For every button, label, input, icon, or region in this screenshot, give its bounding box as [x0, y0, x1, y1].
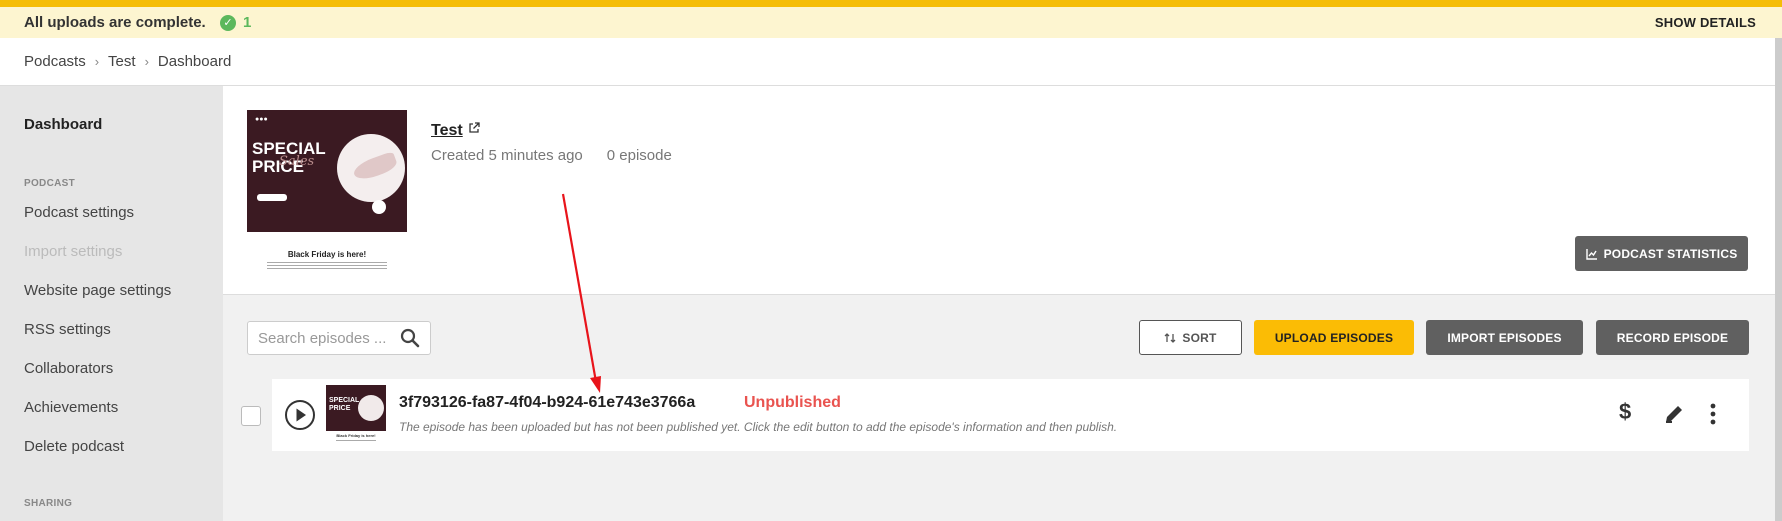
- breadcrumb-podcasts[interactable]: Podcasts: [24, 53, 86, 70]
- sort-icon: [1164, 332, 1176, 343]
- import-episodes-button[interactable]: IMPORT EPISODES: [1426, 320, 1583, 355]
- cover-button: [257, 194, 287, 201]
- dollar-icon[interactable]: $: [1619, 399, 1631, 425]
- podcast-cover-image: ●●● SPECIAL PRICE Sales: [247, 110, 407, 232]
- cover-caption: Black Friday is here!: [287, 250, 367, 259]
- podcast-header-panel: ●●● SPECIAL PRICE Sales Black Friday is …: [223, 86, 1775, 295]
- upload-count: 1: [243, 14, 252, 31]
- show-details-button[interactable]: SHOW DETAILS: [1655, 15, 1756, 30]
- podcast-created: Created 5 minutes ago: [431, 147, 583, 164]
- cover-text-lines: [267, 262, 387, 271]
- sidebar: Dashboard PODCAST Podcast settings Impor…: [0, 86, 223, 521]
- thumbnail-caption: Black Friday is here!: [336, 433, 376, 438]
- upload-episodes-button[interactable]: UPLOAD EPISODES: [1254, 320, 1414, 355]
- sidebar-section-sharing: SHARING: [24, 498, 73, 509]
- sidebar-section-podcast: PODCAST: [24, 178, 75, 189]
- upload-notice-bar: All uploads are complete. ✓ 1 SHOW DETAI…: [0, 7, 1782, 38]
- podcast-title-link[interactable]: Test: [431, 122, 463, 140]
- episode-description: The episode has been uploaded but has no…: [399, 420, 1118, 434]
- episode-status-badge: Unpublished: [744, 394, 841, 411]
- upload-notice-message: All uploads are complete.: [24, 14, 206, 31]
- sidebar-item-delete-podcast[interactable]: Delete podcast: [24, 438, 124, 455]
- chevron-right-icon: ›: [144, 54, 149, 69]
- sidebar-item-collaborators[interactable]: Collaborators: [24, 360, 113, 377]
- cover-badge: [372, 200, 386, 214]
- thumbnail-headline: SPECIAL PRICE: [329, 397, 360, 412]
- breadcrumb: Podcasts › Test › Dashboard: [0, 38, 1775, 86]
- breadcrumb-test[interactable]: Test: [108, 53, 136, 70]
- thumbnail-circle: [358, 395, 384, 421]
- episode-select-checkbox[interactable]: [241, 406, 261, 426]
- page-scrollbar[interactable]: [1775, 38, 1782, 521]
- podcast-statistics-button[interactable]: PODCAST STATISTICS: [1575, 236, 1748, 271]
- chart-icon: [1585, 248, 1597, 260]
- sidebar-item-website-page-settings[interactable]: Website page settings: [24, 282, 171, 299]
- podcast-statistics-label: PODCAST STATISTICS: [1603, 246, 1738, 261]
- sidebar-item-podcast-settings[interactable]: Podcast settings: [24, 204, 134, 221]
- search-box: [247, 321, 431, 355]
- episode-thumbnail: SPECIAL PRICE: [326, 385, 386, 431]
- cover-script-text: Sales: [279, 154, 315, 169]
- sidebar-item-import-settings: Import settings: [24, 243, 123, 260]
- sort-button[interactable]: SORT: [1139, 320, 1242, 355]
- record-episode-button[interactable]: RECORD EPISODE: [1596, 320, 1749, 355]
- top-accent-bar: [0, 0, 1782, 7]
- external-link-icon[interactable]: [468, 121, 480, 139]
- search-input[interactable]: [258, 330, 386, 347]
- sidebar-item-dashboard[interactable]: Dashboard: [24, 116, 102, 133]
- podcast-episode-count: 0 episode: [606, 147, 672, 164]
- sidebar-item-achievements[interactable]: Achievements: [24, 399, 118, 416]
- podcast-meta: Created 5 minutes ago 0 episode: [431, 147, 672, 164]
- search-icon[interactable]: [400, 328, 420, 353]
- edit-icon[interactable]: [1662, 402, 1686, 431]
- thumbnail-text-line: [336, 440, 376, 441]
- check-circle-icon: ✓: [220, 15, 236, 31]
- episode-row: SPECIAL PRICE Black Friday is here! 3f79…: [272, 379, 1749, 451]
- play-icon[interactable]: [284, 399, 316, 436]
- sidebar-item-rss-settings[interactable]: RSS settings: [24, 321, 111, 338]
- chevron-right-icon: ›: [94, 54, 100, 69]
- episode-title[interactable]: 3f793126-fa87-4f04-b924-61e743e3766a: [399, 394, 695, 412]
- more-vertical-icon[interactable]: [1709, 402, 1717, 431]
- breadcrumb-dashboard: Dashboard: [157, 53, 232, 70]
- sort-label: SORT: [1182, 330, 1217, 345]
- cover-logo: ●●●: [255, 116, 268, 123]
